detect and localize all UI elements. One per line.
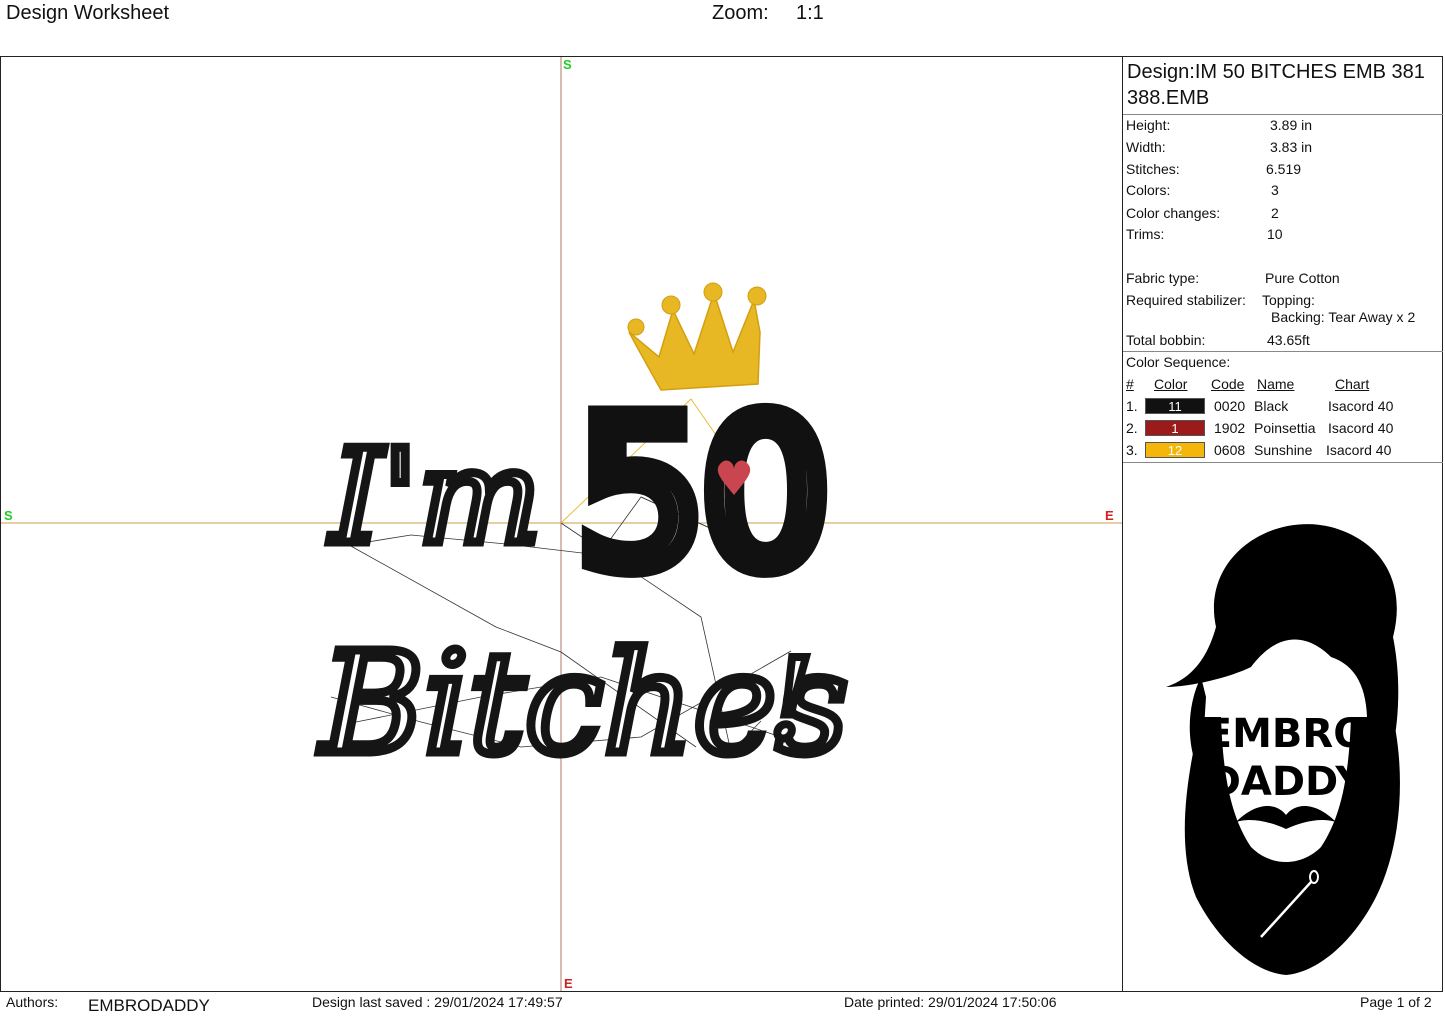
worksheet-title: Design Worksheet <box>6 2 170 24</box>
axis-start-top-marker: S <box>563 57 572 72</box>
embrodaddy-logo: EMBRO DADDY <box>1166 524 1400 975</box>
stat-height-value: 3.89 in <box>1270 117 1313 133</box>
color-row-1-chart: Isacord 40 <box>1328 398 1394 414</box>
color-row-3-num: 3. <box>1126 442 1138 458</box>
axis-end-bottom-marker: E <box>564 976 573 991</box>
design-info-panel: Design:IM 50 BITCHES EMB 381 388.EMB Hei… <box>1123 57 1443 992</box>
color-row-1-name: Black <box>1254 398 1289 414</box>
crown-icon <box>627 282 767 391</box>
color-row-1-code: 0020 <box>1214 398 1246 414</box>
topping-label: Topping: <box>1262 292 1315 308</box>
stabilizer-label: Required stabilizer: <box>1126 292 1246 308</box>
color-row-2-code: 1902 <box>1214 420 1246 436</box>
color-row-3-name: Sunshine <box>1254 442 1313 458</box>
page-indicator: Page 1 of 2 <box>1360 994 1432 1010</box>
fabric-value: Pure Cotton <box>1265 270 1340 286</box>
design-last-saved: Design last saved : 29/01/2024 17:49:57 <box>312 994 563 1010</box>
stat-color-changes-label: Color changes: <box>1126 205 1221 221</box>
backing-label: Backing: Tear Away x 2 <box>1271 309 1416 325</box>
col-header-chart: Chart <box>1335 376 1370 392</box>
design-number-50: 50 <box>576 376 825 614</box>
stat-width-label: Width: <box>1126 139 1166 155</box>
col-header-name: Name <box>1257 376 1295 392</box>
logo-line1: EMBRO <box>1205 711 1367 757</box>
color-sequence-title: Color Sequence: <box>1126 354 1231 370</box>
stat-color-changes-value: 2 <box>1271 205 1279 221</box>
stat-trims-label: Trims: <box>1126 226 1165 242</box>
color-row-3-swatch: 12 <box>1145 442 1205 458</box>
color-row-3-code: 0608 <box>1214 442 1246 458</box>
stat-height-label: Height: <box>1126 117 1171 133</box>
axis-end-right-marker: E <box>1105 508 1114 523</box>
design-title: Design:IM 50 BITCHES EMB 381 388.EMB <box>1127 61 1425 109</box>
design-text-im: I'm <box>329 421 541 573</box>
axis-start-left-marker: S <box>4 508 13 523</box>
date-printed: Date printed: 29/01/2024 17:50:06 <box>844 994 1057 1010</box>
stat-stitches-value: 6.519 <box>1266 161 1302 177</box>
zoom-label: Zoom: <box>712 2 769 24</box>
fabric-label: Fabric type: <box>1126 270 1200 286</box>
divider <box>1123 114 1443 115</box>
stat-stitches-label: Stitches: <box>1126 161 1180 177</box>
col-header-color: Color <box>1154 376 1188 392</box>
col-header-num: # <box>1126 376 1134 392</box>
authors-value: EMBRODADDY <box>88 996 210 1015</box>
color-row-1-num: 1. <box>1126 398 1138 414</box>
stat-colors-label: Colors: <box>1126 182 1171 198</box>
authors-label: Authors: <box>6 994 59 1010</box>
color-row-2-num: 2. <box>1126 420 1138 436</box>
bobbin-value: 43.65ft <box>1267 332 1310 348</box>
divider <box>1123 351 1443 352</box>
design-canvas[interactable]: 50 I'm Bitches ! S S E E <box>1 57 1122 991</box>
color-row-2-chart: Isacord 40 <box>1328 420 1394 436</box>
bobbin-label: Total bobbin: <box>1126 332 1206 348</box>
color-row-2-name: Poinsettia <box>1254 420 1316 436</box>
zoom-value: 1:1 <box>796 2 824 24</box>
stat-colors-value: 3 <box>1271 182 1279 198</box>
col-header-code: Code <box>1211 376 1245 392</box>
stat-trims-value: 10 <box>1267 226 1283 242</box>
stat-width-value: 3.83 in <box>1270 139 1313 155</box>
color-row-3-chart: Isacord 40 <box>1326 442 1392 458</box>
logo-line2: DADDY <box>1208 759 1366 805</box>
color-row-1-swatch: 11 <box>1145 398 1205 414</box>
divider <box>1123 462 1443 463</box>
design-preview-svg: 50 I'm Bitches ! <box>1 57 1122 991</box>
color-row-2-swatch: 1 <box>1145 420 1205 436</box>
design-exclamation: ! <box>769 635 813 763</box>
